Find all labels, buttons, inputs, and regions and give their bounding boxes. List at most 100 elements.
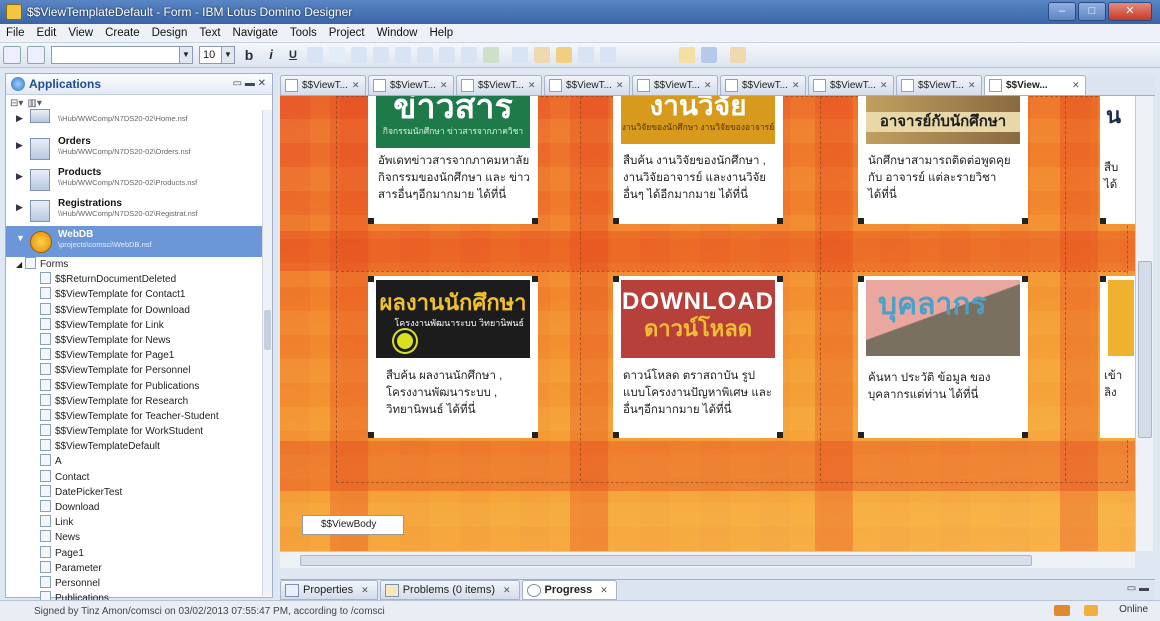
close-icon[interactable]: ✕ bbox=[361, 581, 369, 599]
form-item[interactable]: $$ViewTemplate for Teacher-Student bbox=[6, 408, 272, 424]
editor-tab[interactable]: $$ViewT... ✕ bbox=[808, 75, 894, 95]
form-item[interactable]: DatePickerTest bbox=[6, 484, 272, 500]
form-item[interactable]: $$ReturnDocumentDeleted bbox=[6, 272, 272, 287]
close-icon[interactable]: ✕ bbox=[600, 581, 608, 599]
menu-view[interactable]: View bbox=[62, 24, 99, 42]
close-icon[interactable]: ✕ bbox=[880, 76, 890, 95]
form-item[interactable]: $$ViewTemplate for Publications bbox=[6, 378, 272, 394]
close-icon[interactable]: ✕ bbox=[792, 76, 802, 95]
align-left-icon[interactable] bbox=[351, 47, 367, 63]
card-download[interactable]: DOWNLOAD ดาวน์โหลด ดาวน์โหลด ตราสถาบัน ร… bbox=[613, 276, 783, 438]
editor-tab[interactable]: $$ViewT... ✕ bbox=[456, 75, 542, 95]
save-icon[interactable] bbox=[600, 47, 616, 63]
twisty-icon[interactable]: ▶ bbox=[16, 113, 23, 124]
editor-tab[interactable]: $$ViewT... ✕ bbox=[896, 75, 982, 95]
menu-help[interactable]: Help bbox=[423, 24, 459, 42]
menu-window[interactable]: Window bbox=[371, 24, 424, 42]
database-item[interactable]: ▶ Products \\Hub/WWComp/N7DS20-02\Produc… bbox=[6, 164, 272, 195]
tab-progress[interactable]: Progress ✕ bbox=[521, 580, 617, 600]
web-preview-icon[interactable] bbox=[679, 47, 695, 63]
underline-button[interactable]: U bbox=[285, 47, 301, 63]
menu-design[interactable]: Design bbox=[146, 24, 194, 42]
editor-tab-active[interactable]: $$View... ✕ bbox=[984, 75, 1086, 95]
twisty-icon[interactable]: ▶ bbox=[16, 171, 23, 182]
layout-icon[interactable]: ▥▾ bbox=[27, 98, 41, 109]
editor-tab[interactable]: $$ViewT... ✕ bbox=[632, 75, 718, 95]
database-item[interactable]: ▶ Registrations \\Hub/WWComp/N7DS20-02\R… bbox=[6, 195, 272, 226]
form-item[interactable]: $$ViewTemplate for Personnel bbox=[6, 363, 272, 378]
menu-navigate[interactable]: Navigate bbox=[227, 24, 284, 42]
style-combo[interactable]: ▼ bbox=[51, 46, 193, 64]
online-status[interactable]: Online bbox=[1119, 604, 1148, 615]
filter-icon[interactable]: ⊟▾ bbox=[10, 98, 23, 109]
close-icon[interactable]: ✕ bbox=[528, 76, 538, 95]
close-icon[interactable]: ✕ bbox=[704, 76, 714, 95]
form-item[interactable]: A bbox=[6, 454, 272, 469]
form-item[interactable]: Page1 bbox=[6, 545, 272, 561]
tab-properties[interactable]: Properties ✕ bbox=[280, 580, 378, 600]
database-item-selected[interactable]: ▼ WebDB \projects\comsci\WebDB.nsf bbox=[6, 226, 272, 257]
italic-button[interactable]: i bbox=[263, 47, 279, 63]
menu-text[interactable]: Text bbox=[193, 24, 226, 42]
form-item[interactable]: Contact bbox=[6, 469, 272, 485]
form-item[interactable]: $$ViewTemplate for Research bbox=[6, 393, 272, 409]
navigate-back-icon[interactable] bbox=[730, 47, 746, 63]
canvas-vertical-scrollbar[interactable] bbox=[1135, 96, 1153, 551]
applications-scrollbar[interactable] bbox=[262, 110, 272, 596]
panel-maximize-icon[interactable]: ▭ ▬ bbox=[1127, 583, 1149, 594]
location-icon[interactable] bbox=[1084, 605, 1098, 616]
viewbody-field[interactable]: $$ViewBody bbox=[302, 515, 404, 535]
scrollbar-thumb[interactable] bbox=[300, 555, 1032, 566]
pen-icon[interactable] bbox=[329, 47, 345, 63]
form-item[interactable]: Personnel bbox=[6, 575, 272, 591]
database-item[interactable]: ▶ \\Hub/WWComp/N7DS20-02\Home.nsf bbox=[6, 109, 272, 133]
scrollbar-thumb[interactable] bbox=[264, 310, 271, 350]
twisty-open-icon[interactable]: ▼ bbox=[16, 233, 25, 243]
open-icon[interactable] bbox=[27, 46, 45, 64]
editor-tab[interactable]: $$ViewT... ✕ bbox=[368, 75, 454, 95]
form-item[interactable]: Parameter bbox=[6, 560, 272, 576]
close-icon[interactable]: ✕ bbox=[1072, 76, 1082, 95]
close-icon[interactable]: ✕ bbox=[968, 76, 978, 95]
editor-tab[interactable]: $$ViewT... ✕ bbox=[544, 75, 630, 95]
bullet-list-icon[interactable] bbox=[417, 47, 433, 63]
card-teacher-student[interactable]: อาจารย์กับนักศึกษา นักศึกษาสามารถติดต่อพ… bbox=[858, 96, 1028, 224]
new-icon[interactable] bbox=[3, 46, 21, 64]
close-icon[interactable]: ✕ bbox=[352, 76, 362, 95]
close-icon[interactable]: ✕ bbox=[503, 581, 511, 599]
highlight-icon[interactable] bbox=[307, 47, 323, 63]
form-item[interactable]: Link bbox=[6, 515, 272, 530]
form-item[interactable]: News bbox=[6, 530, 272, 545]
panel-minimize-icon[interactable]: ▭ ▬ ✕ bbox=[233, 78, 266, 89]
editor-tab[interactable]: $$ViewT... ✕ bbox=[720, 75, 806, 95]
form-item[interactable]: $$ViewTemplate for Link bbox=[6, 317, 272, 333]
close-button[interactable]: ✕ bbox=[1108, 2, 1152, 21]
font-size-combo[interactable]: 10 ▼ bbox=[199, 46, 235, 64]
menu-file[interactable]: File bbox=[0, 24, 31, 42]
form-design-canvas[interactable]: ข่าวสาร กิจกรรมนักศึกษา ข่าวสารจากภาควิช… bbox=[280, 96, 1135, 551]
close-icon[interactable]: ✕ bbox=[616, 76, 626, 95]
preview-icon[interactable] bbox=[578, 47, 594, 63]
minimize-button[interactable]: ‒ bbox=[1048, 2, 1076, 21]
indent-icon[interactable] bbox=[395, 47, 411, 63]
menu-tools[interactable]: Tools bbox=[284, 24, 323, 42]
maximize-button[interactable]: □ bbox=[1078, 2, 1106, 21]
form-item[interactable]: $$ViewTemplateDefault bbox=[6, 439, 272, 454]
editor-tab[interactable]: $$ViewT... ✕ bbox=[280, 75, 366, 95]
image-icon[interactable] bbox=[483, 47, 499, 63]
card-personnel[interactable]: บุคลากร ค้นหา ประวัติ ข้อมูล ของ บุคลากร… bbox=[858, 276, 1028, 438]
form-item[interactable]: Download bbox=[6, 500, 272, 515]
form-item[interactable]: $$ViewTemplate for Contact1 bbox=[6, 287, 272, 302]
card-news[interactable]: ข่าวสาร กิจกรรมนักศึกษา ข่าวสารจากภาควิช… bbox=[368, 96, 538, 224]
numbered-list-icon[interactable] bbox=[439, 47, 455, 63]
canvas-horizontal-scrollbar[interactable] bbox=[280, 551, 1135, 568]
twisty-open-icon[interactable]: ◢ bbox=[16, 260, 22, 269]
folder-icon[interactable] bbox=[556, 47, 572, 63]
twisty-icon[interactable]: ▶ bbox=[16, 140, 23, 151]
replication-icon[interactable] bbox=[1054, 605, 1070, 616]
search-icon[interactable] bbox=[701, 47, 717, 63]
close-icon[interactable]: ✕ bbox=[440, 76, 450, 95]
tab-problems[interactable]: Problems (0 items) ✕ bbox=[379, 580, 520, 600]
form-item[interactable]: $$ViewTemplate for News bbox=[6, 332, 272, 348]
form-item[interactable]: $$ViewTemplate for Page1 bbox=[6, 348, 272, 363]
